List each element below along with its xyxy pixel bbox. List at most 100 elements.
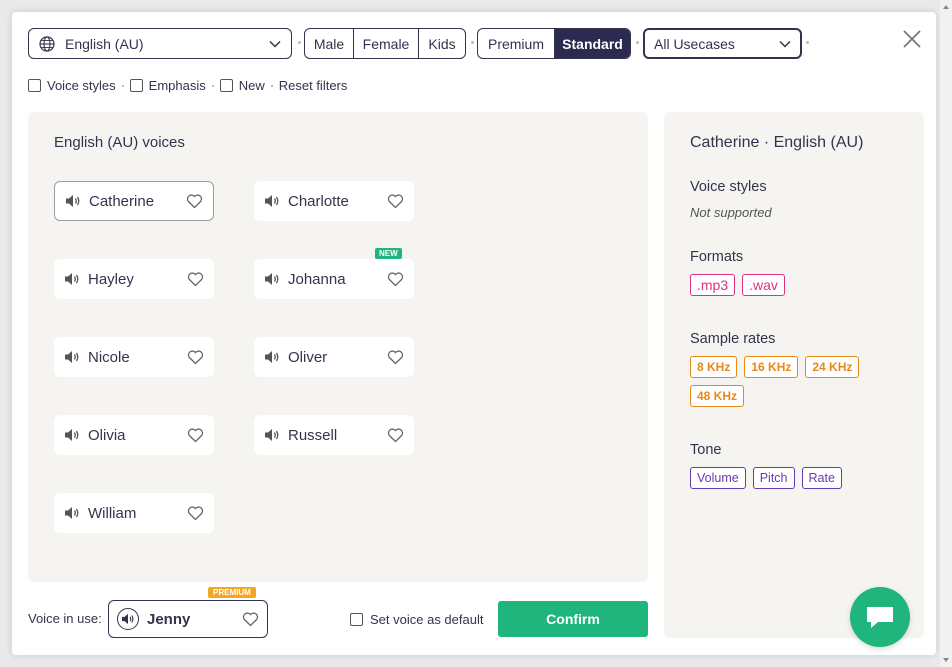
tone-tag: Volume xyxy=(690,467,746,489)
sample-rate-tag: 24 KHz xyxy=(805,356,860,378)
voice-card-johanna[interactable]: Johanna xyxy=(254,259,414,299)
reset-filters-link[interactable]: Reset filters xyxy=(279,78,348,93)
new-checkbox[interactable] xyxy=(219,79,233,92)
voice-card-charlotte[interactable]: Charlotte xyxy=(254,181,414,221)
heart-icon[interactable] xyxy=(187,349,204,365)
formats-tags: .mp3 .wav xyxy=(690,274,890,296)
premium-badge: PREMIUM xyxy=(208,587,256,598)
heart-icon[interactable] xyxy=(242,611,259,627)
heart-icon[interactable] xyxy=(186,193,203,209)
tier-filter: Premium Standard xyxy=(477,28,631,59)
voice-name: Nicole xyxy=(88,348,130,366)
set-default-checkbox[interactable] xyxy=(350,613,363,626)
emphasis-label: Emphasis xyxy=(148,78,206,93)
voice-name: Charlotte xyxy=(288,192,349,210)
new-label: New xyxy=(238,78,265,93)
chevron-down-icon xyxy=(779,40,791,48)
voice-styles-filter[interactable]: Voice styles xyxy=(28,78,116,93)
voice-name: Oliver xyxy=(288,348,328,366)
language-select[interactable]: English (AU) xyxy=(28,28,292,59)
speaker-icon[interactable] xyxy=(65,194,81,208)
emphasis-filter[interactable]: Emphasis xyxy=(129,78,206,93)
close-icon[interactable] xyxy=(902,29,922,49)
voice-details-title: Catherine · English (AU) xyxy=(690,134,864,151)
confirm-button[interactable]: Confirm xyxy=(498,601,648,637)
separator-dot xyxy=(471,41,474,44)
filters-row: Voice styles Emphasis New Reset filters xyxy=(28,78,347,93)
globe-icon xyxy=(39,35,55,52)
voice-card-catherine[interactable]: Catherine xyxy=(54,181,214,221)
speaker-icon[interactable] xyxy=(64,272,80,286)
gender-filter: Male Female Kids xyxy=(304,28,466,59)
chevron-down-icon xyxy=(269,40,281,48)
voices-panel-title: English (AU) voices xyxy=(54,134,185,151)
tone-tag: Pitch xyxy=(752,467,795,489)
voice-card-hayley[interactable]: Hayley xyxy=(54,259,214,299)
heart-icon[interactable] xyxy=(387,427,404,443)
voice-card-olivia[interactable]: Olivia xyxy=(54,415,214,455)
heart-icon[interactable] xyxy=(187,271,204,287)
set-default-label: Set voice as default xyxy=(370,612,484,627)
voice-card-russell[interactable]: Russell xyxy=(254,415,414,455)
format-tag: .wav xyxy=(742,274,785,296)
speaker-icon[interactable] xyxy=(264,194,280,208)
usecase-select-value: All Usecases xyxy=(654,35,735,52)
voice-name: Russell xyxy=(288,426,338,444)
voice-styles-value: Not supported xyxy=(690,205,772,220)
voice-card-william[interactable]: William xyxy=(54,493,214,533)
sample-rate-tag: 48 KHz xyxy=(690,385,745,407)
sample-rates-heading: Sample rates xyxy=(690,331,776,347)
chat-button[interactable] xyxy=(850,587,910,647)
separator-dot xyxy=(298,41,301,44)
separator-dot xyxy=(211,84,214,87)
voice-card-oliver[interactable]: Oliver xyxy=(254,337,414,377)
voice-in-use-card[interactable]: Jenny xyxy=(108,600,268,638)
new-badge: NEW xyxy=(375,248,402,259)
voices-panel: English (AU) voices Catherine Charlotte … xyxy=(28,112,648,582)
heart-icon[interactable] xyxy=(187,427,204,443)
tone-tags: Volume Pitch Rate xyxy=(690,467,890,489)
speaker-icon[interactable] xyxy=(264,272,280,286)
new-filter[interactable]: New xyxy=(219,78,265,93)
heart-icon[interactable] xyxy=(387,271,404,287)
speaker-icon[interactable] xyxy=(64,428,80,442)
voice-card-nicole[interactable]: Nicole xyxy=(54,337,214,377)
set-default-option[interactable]: Set voice as default xyxy=(350,612,483,627)
sample-rate-tag: 16 KHz xyxy=(744,356,799,378)
heart-icon[interactable] xyxy=(387,349,404,365)
tone-heading: Tone xyxy=(690,442,722,458)
language-select-value: English (AU) xyxy=(65,35,144,52)
heart-icon[interactable] xyxy=(187,505,204,521)
scrollbar[interactable] xyxy=(940,0,952,667)
separator-dot xyxy=(636,41,639,44)
voice-in-use-name: Jenny xyxy=(147,610,191,628)
voice-name: Johanna xyxy=(288,270,346,288)
speaker-icon[interactable] xyxy=(64,350,80,364)
speaker-icon[interactable] xyxy=(64,506,80,520)
gender-male-option[interactable]: Male xyxy=(305,29,354,58)
voice-name: William xyxy=(88,504,137,522)
gender-kids-option[interactable]: Kids xyxy=(419,29,465,58)
speaker-icon[interactable] xyxy=(117,608,139,630)
tone-tag: Rate xyxy=(801,467,842,489)
separator-dot xyxy=(121,84,124,87)
sample-rate-tag: 8 KHz xyxy=(690,356,738,378)
voice-styles-checkbox[interactable] xyxy=(28,79,41,92)
voice-name: Catherine xyxy=(89,192,155,210)
speaker-icon[interactable] xyxy=(264,350,280,364)
voice-name: Olivia xyxy=(88,426,126,444)
tier-premium-option[interactable]: Premium xyxy=(478,29,555,58)
usecase-select[interactable]: All Usecases xyxy=(643,28,802,59)
voice-styles-heading: Voice styles xyxy=(690,179,767,195)
format-tag: .mp3 xyxy=(690,274,736,296)
speaker-icon[interactable] xyxy=(264,428,280,442)
voice-details-panel: Catherine · English (AU) Voice styles No… xyxy=(664,112,924,638)
heart-icon[interactable] xyxy=(387,193,404,209)
separator-dot xyxy=(270,84,273,87)
gender-female-option[interactable]: Female xyxy=(354,29,419,58)
voice-name: Hayley xyxy=(88,270,134,288)
tier-standard-option[interactable]: Standard xyxy=(555,29,630,58)
separator-dot xyxy=(806,41,809,44)
sample-rates-tags: 8 KHz 16 KHz 24 KHz 48 KHz xyxy=(690,356,890,407)
emphasis-checkbox[interactable] xyxy=(129,79,143,92)
